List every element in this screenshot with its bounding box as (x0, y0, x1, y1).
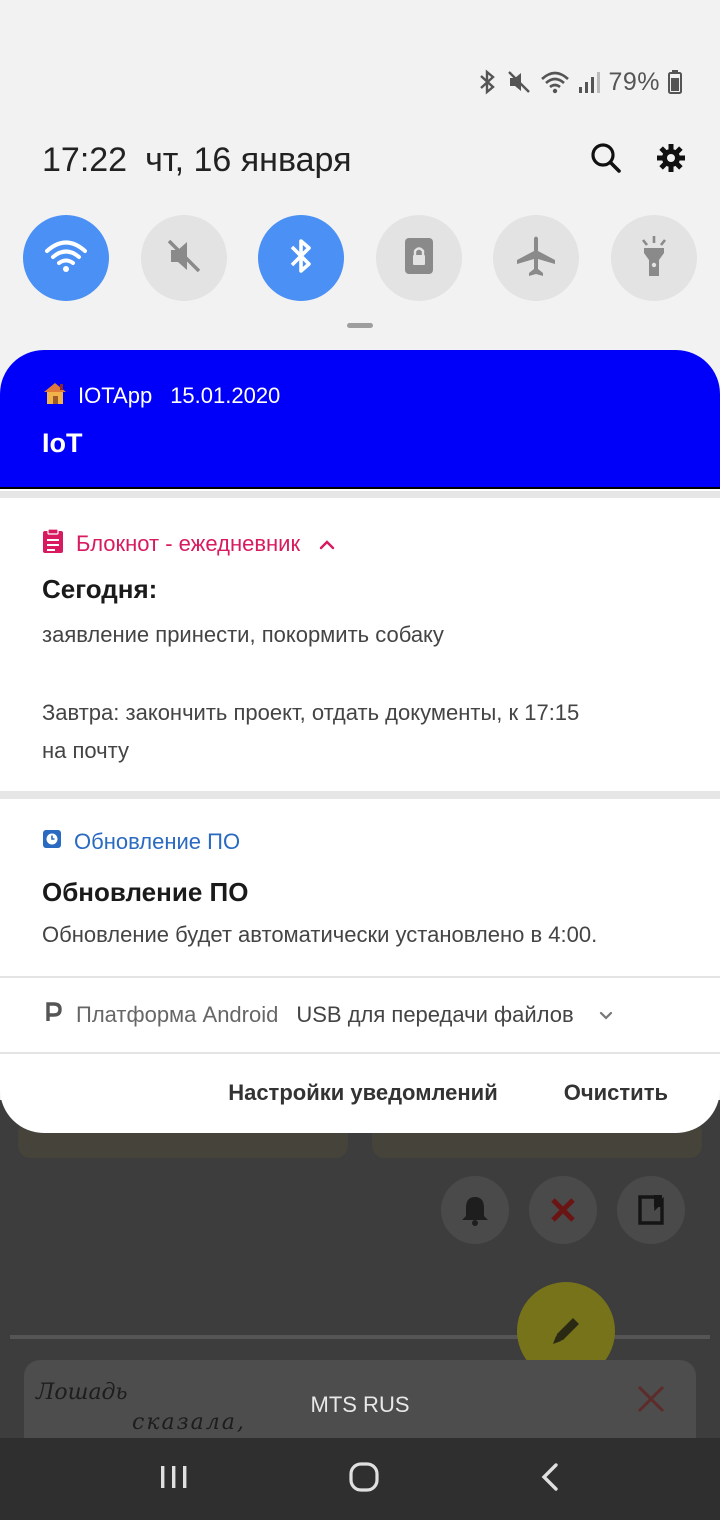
wifi-icon (44, 238, 88, 279)
notification-app-name: IOTApp (78, 383, 153, 408)
bluetooth-icon (287, 236, 315, 281)
house-app-icon (42, 380, 68, 412)
portrait-lock-toggle[interactable] (375, 215, 462, 301)
carrier-label: MTS RUS (310, 1392, 410, 1417)
flashlight-icon (638, 234, 670, 283)
date: чт, 16 января (145, 140, 352, 179)
mute-status-icon (506, 69, 532, 95)
notification-app-name: Обновление ПО (74, 829, 241, 854)
document-icon (617, 1176, 685, 1244)
notification-body-line: заявление принести, покормить собаку (42, 622, 444, 647)
battery-percent: 79% (608, 67, 660, 96)
notification-actions: Настройки уведомлений Очистить (0, 1054, 720, 1132)
back-icon[interactable] (539, 1462, 561, 1497)
quick-toggles-row (23, 215, 697, 301)
notification-title: Обновление ПО (42, 877, 249, 907)
navigation-bar (0, 1438, 720, 1520)
notification-title: Сегодня: (42, 574, 158, 604)
wifi-toggle[interactable] (23, 215, 109, 301)
clock: 17:22 (42, 140, 128, 179)
mute-icon (164, 236, 204, 281)
battery-icon (668, 70, 682, 94)
delete-cross-icon (529, 1176, 597, 1244)
notification-summary: USB для передачи файлов (296, 1002, 574, 1027)
notification-panel: IOTApp 15.01.2020 IoT Блокнот - ежедневн… (0, 350, 720, 1133)
airplane-mode-toggle[interactable] (493, 215, 580, 301)
notification-body: Обновление будет автоматически установле… (42, 922, 598, 947)
recent-apps-icon[interactable] (159, 1464, 189, 1495)
status-bar: 79% (478, 62, 682, 102)
chevron-up-icon[interactable] (318, 531, 336, 557)
notification-body-line: Завтра: закончить проект, отдать докумен… (42, 700, 580, 725)
airplane-icon (514, 234, 558, 283)
notification-title: IoT (42, 428, 83, 458)
notification-app-name: Блокнот - ежедневник (76, 531, 301, 556)
chevron-down-icon[interactable] (598, 1002, 614, 1028)
search-icon[interactable] (590, 142, 622, 179)
settings-gear-icon[interactable] (656, 143, 686, 178)
quick-panel-header: 17:22 чт, 16 января (42, 135, 686, 185)
notification-time: 15.01.2020 (170, 383, 281, 408)
sound-toggle[interactable] (140, 215, 227, 301)
signal-status-icon (578, 69, 601, 95)
notification-separator (0, 791, 720, 799)
notification-app-name: Платформа Android (76, 1002, 279, 1027)
notification-iot[interactable]: IOTApp 15.01.2020 IoT (0, 350, 720, 489)
notification-separator (0, 491, 720, 498)
background-app: Лошадь сказала, (0, 1100, 720, 1440)
home-icon[interactable] (348, 1461, 380, 1498)
panel-drag-handle[interactable] (347, 323, 373, 328)
clipboard-icon (42, 528, 64, 560)
wifi-status-icon (540, 69, 570, 95)
notification-body-line: на почту (42, 738, 129, 763)
portrait-lock-icon (403, 236, 435, 281)
clear-button[interactable]: Очистить (564, 1080, 668, 1106)
flashlight-toggle[interactable] (610, 215, 697, 301)
bluetooth-toggle[interactable] (258, 215, 345, 301)
notification-software-update[interactable]: Обновление ПО Обновление ПО Обновление б… (0, 799, 720, 977)
android-p-icon (44, 1001, 62, 1029)
notification-notepad[interactable]: Блокнот - ежедневник Сегодня: заявление … (0, 498, 720, 791)
notification-settings-button[interactable]: Настройки уведомлений (228, 1080, 498, 1106)
update-clock-icon (42, 829, 62, 855)
bell-icon (441, 1176, 509, 1244)
bluetooth-status-icon (478, 69, 498, 95)
notification-android-usb[interactable]: Платформа Android USB для передачи файло… (0, 978, 720, 1052)
